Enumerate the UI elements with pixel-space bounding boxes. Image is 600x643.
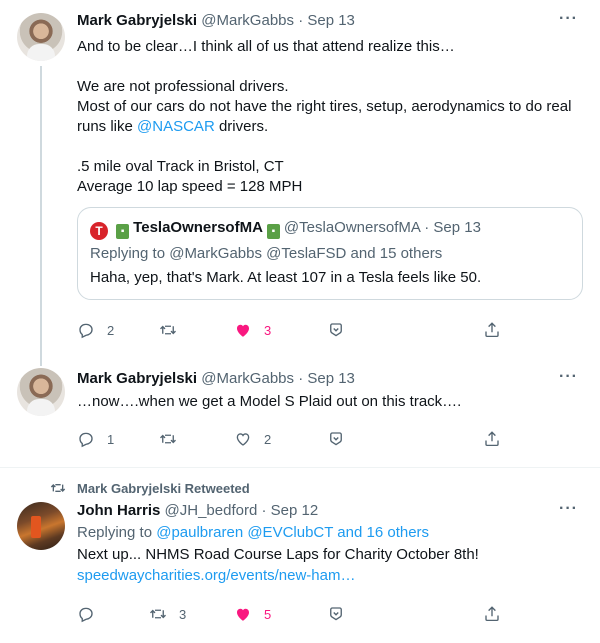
avatar[interactable]: [17, 502, 65, 550]
quote-author-handle[interactable]: @TeslaOwnersofMA: [284, 219, 420, 236]
tweet-time[interactable]: Sep 12: [271, 502, 319, 519]
tweet-actions: 1 2: [77, 429, 517, 449]
author-name[interactable]: John Harris: [77, 502, 160, 519]
replying-to: Replying to @paulbraren @EVClubCT and 16…: [77, 523, 429, 543]
author-name[interactable]: Mark Gabryjelski: [77, 12, 197, 29]
thread-line: [40, 66, 42, 366]
author-name[interactable]: Mark Gabryjelski: [77, 370, 197, 387]
bookmark-icon: [330, 432, 342, 446]
tweet-mark-1[interactable]: Mark Gabryjelski @MarkGabbs · Sep 13 ···…: [0, 0, 600, 366]
like-button[interactable]: 3: [234, 320, 271, 340]
retweet-button[interactable]: 3: [149, 604, 186, 624]
share-button[interactable]: [483, 604, 501, 624]
retweet-count: 3: [179, 606, 187, 622]
tweet-text-line: Average 10 lap speed = 128 MPH: [77, 178, 303, 195]
like-button[interactable]: 5: [234, 604, 271, 624]
retweet-icon: [50, 484, 66, 492]
retweet-button[interactable]: [159, 320, 189, 340]
tweet-text-line: runs like @NASCAR drivers.: [77, 117, 268, 137]
avatar[interactable]: [17, 13, 65, 61]
tweet-actions: 2 3: [77, 320, 517, 340]
share-icon: [485, 606, 499, 622]
author-handle[interactable]: @MarkGabbs: [201, 12, 294, 29]
mention-links[interactable]: @paulbraren @EVClubCT and 16 others: [156, 524, 429, 541]
like-button[interactable]: 2: [234, 429, 271, 449]
separator-dot: ·: [298, 12, 304, 29]
quote-author-name[interactable]: TeslaOwnersofMA: [133, 219, 263, 236]
bookmark-icon: [330, 607, 342, 621]
reply-icon: [79, 323, 93, 339]
replying-label: Replying to: [77, 524, 157, 541]
like-count: 5: [264, 606, 272, 622]
share-button[interactable]: [483, 429, 501, 449]
heart-icon: [236, 433, 250, 446]
reply-button[interactable]: [77, 604, 107, 624]
quoted-tweet[interactable]: T ▪ TeslaOwnersofMA ▪ @TeslaOwnersofMA · Se…: [77, 207, 583, 300]
reply-button[interactable]: 2: [77, 320, 114, 340]
tesla-logo-icon: T: [90, 222, 108, 240]
heart-filled-icon: [237, 608, 249, 621]
tweet-text-line: We are not professional drivers.: [77, 78, 289, 95]
tweet-link[interactable]: speedwaycharities.org/events/new-ham…: [77, 566, 355, 586]
retweet-icon: [160, 434, 176, 444]
tweet-text-line: And to be clear…I think all of us that a…: [77, 38, 455, 55]
reply-count: 1: [107, 431, 115, 447]
retweet-icon: [160, 325, 176, 335]
retweeted-by[interactable]: Mark Gabryjelski Retweeted: [77, 481, 250, 496]
reply-icon: [79, 432, 93, 448]
more-icon[interactable]: ···: [559, 368, 578, 386]
tweet-header: Mark Gabryjelski @MarkGabbs · Sep 13: [77, 11, 355, 31]
author-handle[interactable]: @JH_bedford: [165, 502, 258, 519]
more-icon[interactable]: ···: [559, 500, 578, 518]
quote-time[interactable]: Sep 13: [433, 219, 481, 236]
heart-filled-icon: [237, 324, 249, 337]
avatar[interactable]: [17, 368, 65, 416]
separator-dot: ·: [298, 370, 304, 387]
author-handle[interactable]: @MarkGabbs: [201, 370, 294, 387]
mention-link[interactable]: @NASCAR: [137, 118, 215, 135]
bookmark-button[interactable]: [327, 429, 345, 449]
tweet-time[interactable]: Sep 13: [307, 370, 355, 387]
separator-dot: ·: [261, 502, 267, 519]
like-count: 2: [264, 431, 272, 447]
tweet-header: Mark Gabryjelski @MarkGabbs · Sep 13: [77, 369, 355, 389]
tweet-text: Next up... NHMS Road Course Laps for Cha…: [77, 546, 479, 563]
share-icon: [485, 431, 499, 447]
share-button[interactable]: [483, 320, 501, 340]
separator-dot: ·: [424, 219, 430, 236]
tweet-text-line: .5 mile oval Track in Bristol, CT: [77, 158, 284, 175]
like-count: 3: [264, 322, 272, 338]
text-fragment: runs like: [77, 118, 138, 135]
retweet-button[interactable]: [159, 429, 189, 449]
quote-header: T ▪ TeslaOwnersofMA ▪ @TeslaOwnersofMA · Se…: [90, 218, 481, 240]
tweet-mark-2[interactable]: Mark Gabryjelski @MarkGabbs · Sep 13 ···…: [0, 360, 600, 465]
quote-text: Haha, yep, that's Mark. At least 107 in …: [90, 269, 482, 286]
more-icon[interactable]: ···: [559, 10, 578, 28]
tweet-john-harris[interactable]: Mark Gabryjelski Retweeted John Harris @…: [0, 468, 600, 643]
reply-icon: [79, 607, 93, 623]
bookmark-button[interactable]: [327, 320, 345, 340]
quote-replying-to: Replying to @MarkGabbs @TeslaFSD and 15 …: [90, 245, 443, 262]
text-fragment: drivers.: [214, 118, 269, 135]
share-icon: [485, 322, 499, 338]
retweet-icon: [150, 609, 166, 619]
badge-icon: ▪: [266, 224, 280, 239]
tweet-text-line: Most of our cars do not have the right t…: [77, 98, 572, 115]
bookmark-button[interactable]: [327, 604, 345, 624]
tweet-text: …now….when we get a Model S Plaid out on…: [77, 393, 462, 410]
reply-button[interactable]: 1: [77, 429, 114, 449]
tweet-header: John Harris @JH_bedford · Sep 12: [77, 501, 318, 521]
tweet-actions: 3 5: [77, 604, 517, 624]
badge-icon: ▪: [116, 224, 130, 239]
reply-count: 2: [107, 322, 115, 338]
bookmark-icon: [330, 323, 342, 337]
tweet-time[interactable]: Sep 13: [307, 12, 355, 29]
